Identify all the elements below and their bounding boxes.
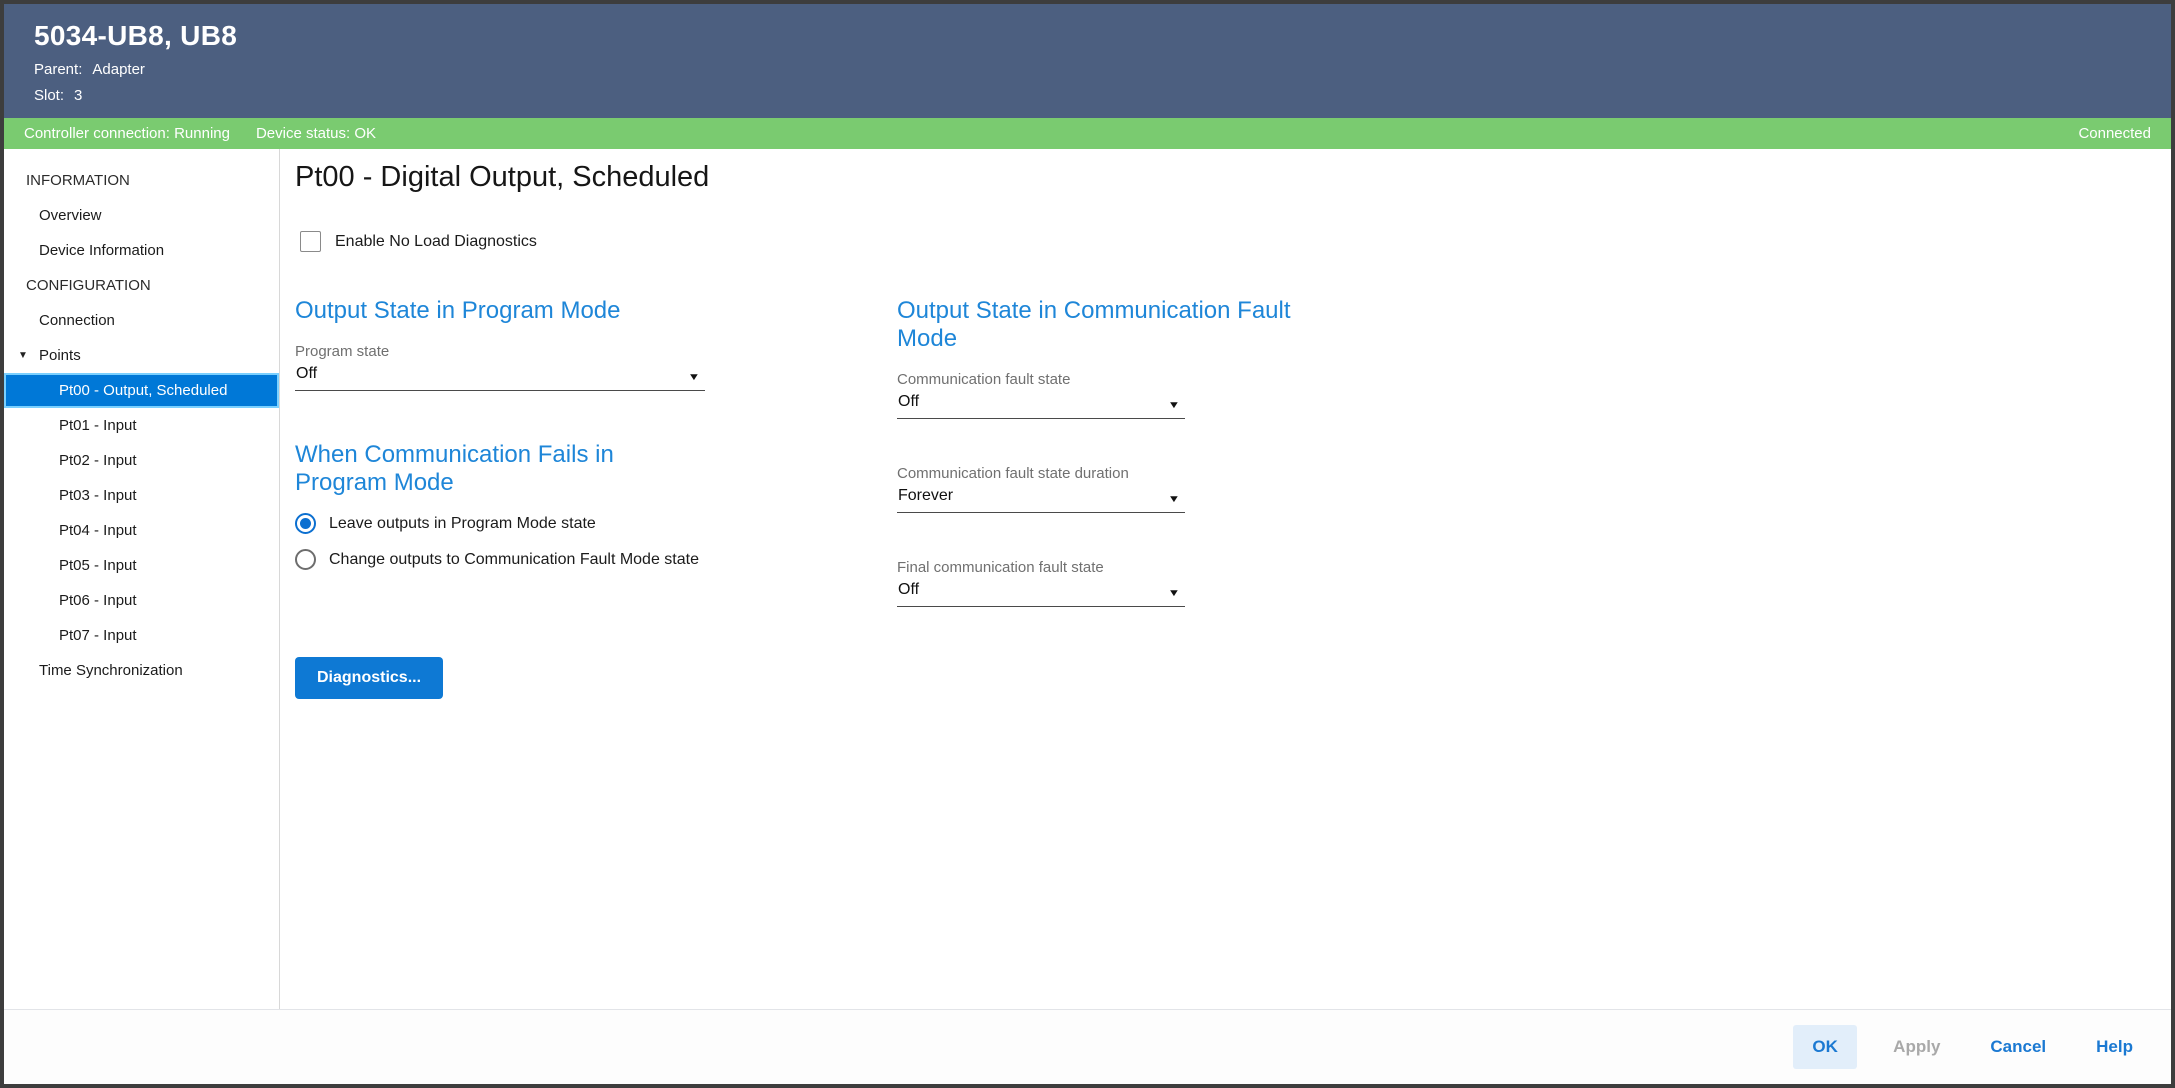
program-state-dropdown[interactable]: Off ▼ [295, 363, 705, 391]
program-state-label: Program state [295, 343, 705, 360]
comm-fail-heading: When Communication Fails in Program Mode [295, 441, 705, 497]
change-outputs-radio[interactable] [295, 549, 316, 570]
leave-outputs-label: Leave outputs in Program Mode state [329, 515, 596, 533]
diagnostics-button[interactable]: Diagnostics... [295, 657, 443, 699]
sidebar-item-time-synchronization[interactable]: Time Synchronization [4, 653, 279, 688]
comm-fault-state-value: Off [898, 393, 919, 411]
sidebar-item-points-label: Points [39, 347, 81, 364]
apply-button[interactable]: Apply [1879, 1025, 1954, 1069]
status-bar: Controller connection: Running Device st… [4, 118, 2171, 149]
module-properties-window: 5034-UB8, UB8 Parent: Adapter Slot: 3 Co… [0, 0, 2175, 1088]
sidebar-nav: INFORMATION Overview Device Information … [4, 149, 280, 1009]
sidebar-item-pt00[interactable]: Pt00 - Output, Scheduled [4, 373, 279, 408]
no-load-diagnostics-checkbox[interactable] [300, 231, 321, 252]
fault-mode-column: Output State in Communication Fault Mode… [897, 297, 1185, 607]
no-load-diagnostics-row[interactable]: Enable No Load Diagnostics [300, 231, 537, 252]
program-state-value: Off [296, 365, 317, 383]
cancel-button[interactable]: Cancel [1976, 1025, 2060, 1069]
sidebar-item-pt05[interactable]: Pt05 - Input [4, 548, 279, 583]
comm-fault-duration-label: Communication fault state duration [897, 465, 1185, 482]
change-outputs-option[interactable]: Change outputs to Communication Fault Mo… [295, 549, 705, 570]
sidebar-item-connection[interactable]: Connection [4, 303, 279, 338]
sidebar-item-pt02[interactable]: Pt02 - Input [4, 443, 279, 478]
program-state-field: Program state Off ▼ [295, 343, 705, 391]
sidebar-item-points[interactable]: ▼ Points [4, 338, 279, 373]
fault-mode-heading: Output State in Communication Fault Mode [897, 297, 1337, 353]
comm-fault-state-dropdown[interactable]: Off ▼ [897, 391, 1185, 419]
sidebar-item-pt07[interactable]: Pt07 - Input [4, 618, 279, 653]
comm-fault-duration-field: Communication fault state duration Forev… [897, 465, 1185, 513]
comm-fault-state-label: Communication fault state [897, 371, 1185, 388]
help-button[interactable]: Help [2082, 1025, 2147, 1069]
program-mode-column: Output State in Program Mode Program sta… [295, 297, 705, 570]
leave-outputs-radio[interactable] [295, 513, 316, 534]
parent-value: Adapter [92, 61, 145, 78]
device-parent-row: Parent: Adapter [34, 61, 2141, 78]
sidebar-item-pt06[interactable]: Pt06 - Input [4, 583, 279, 618]
chevron-down-icon[interactable]: ▼ [18, 350, 39, 361]
change-outputs-label: Change outputs to Communication Fault Mo… [329, 551, 699, 569]
footer-action-bar: OK Apply Cancel Help [4, 1010, 2171, 1084]
main-panel: Pt00 - Digital Output, Scheduled Enable … [280, 149, 2171, 1009]
comm-fault-duration-dropdown[interactable]: Forever ▼ [897, 485, 1185, 513]
sidebar-item-pt03[interactable]: Pt03 - Input [4, 478, 279, 513]
controller-connection-status: Controller connection: Running [24, 125, 230, 142]
no-load-diagnostics-label: Enable No Load Diagnostics [335, 233, 537, 251]
parent-label: Parent: [34, 61, 82, 78]
dropdown-arrow-icon: ▼ [1168, 400, 1181, 411]
sidebar-section-configuration: CONFIGURATION [4, 268, 279, 303]
final-comm-fault-state-label: Final communication fault state [897, 559, 1185, 576]
program-mode-heading: Output State in Program Mode [295, 297, 705, 325]
slot-label: Slot: [34, 87, 64, 104]
sidebar-item-pt04[interactable]: Pt04 - Input [4, 513, 279, 548]
device-title: 5034-UB8, UB8 [34, 20, 2141, 52]
dropdown-arrow-icon: ▼ [688, 372, 701, 383]
sidebar-item-overview[interactable]: Overview [4, 198, 279, 233]
connection-state: Connected [2078, 125, 2151, 142]
leave-outputs-option[interactable]: Leave outputs in Program Mode state [295, 513, 705, 534]
final-comm-fault-state-dropdown[interactable]: Off ▼ [897, 579, 1185, 607]
comm-fault-state-field: Communication fault state Off ▼ [897, 371, 1185, 419]
comm-fault-duration-value: Forever [898, 487, 953, 505]
slot-value: 3 [74, 87, 82, 104]
final-comm-fault-state-field: Final communication fault state Off ▼ [897, 559, 1185, 607]
page-title: Pt00 - Digital Output, Scheduled [295, 161, 709, 194]
sidebar-section-information: INFORMATION [4, 163, 279, 198]
dropdown-arrow-icon: ▼ [1168, 494, 1181, 505]
sidebar-item-pt01[interactable]: Pt01 - Input [4, 408, 279, 443]
ok-button[interactable]: OK [1793, 1025, 1857, 1069]
final-comm-fault-state-value: Off [898, 581, 919, 599]
device-header: 5034-UB8, UB8 Parent: Adapter Slot: 3 [4, 4, 2171, 118]
dropdown-arrow-icon: ▼ [1168, 588, 1181, 599]
sidebar-item-device-information[interactable]: Device Information [4, 233, 279, 268]
device-status: Device status: OK [256, 125, 376, 142]
body: INFORMATION Overview Device Information … [4, 149, 2171, 1010]
device-slot-row: Slot: 3 [34, 87, 2141, 104]
